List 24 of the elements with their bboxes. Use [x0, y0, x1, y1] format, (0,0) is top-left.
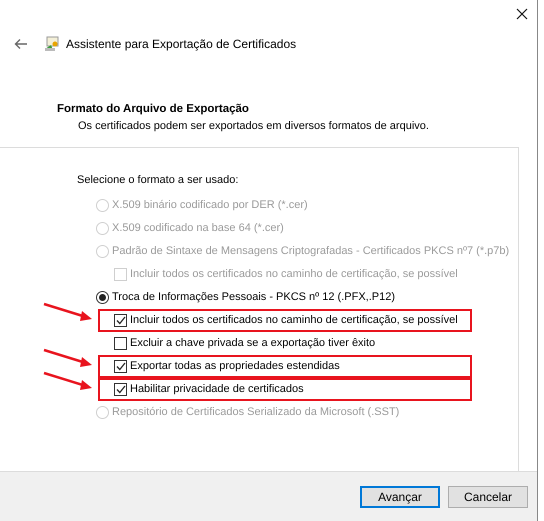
checkbox-label: Incluir todos os certificados no caminho de certificação, se possível: [130, 267, 458, 282]
window-title: Assistente para Exportação de Certificados: [66, 36, 296, 53]
page-heading: Formato do Arquivo de Exportação: [57, 102, 250, 117]
format-prompt: Selecione o formato a ser usado:: [77, 173, 240, 188]
checkbox[interactable]: [114, 337, 127, 350]
certificate-icon: [44, 36, 60, 52]
checkbox-label: Incluir todos os certificados no caminho de certificação, se possível: [130, 313, 458, 328]
radio-label: Troca de Informações Pessoais - PKCS nº 12 (.PFX,.P12): [112, 290, 396, 306]
radio-label: X.509 binário codificado por DER (*.cer): [112, 198, 308, 214]
dialog-button[interactable]: Cancelar: [448, 486, 528, 508]
close-icon: [516, 8, 528, 20]
checkbox[interactable]: [114, 314, 127, 327]
page-description: Os certificados podem ser exportados em diversos formatos de arquivo.: [77, 119, 430, 134]
checkbox[interactable]: [114, 360, 127, 373]
back-arrow-icon: [14, 38, 28, 50]
radio-label: X.509 codificado na base 64 (*.cer): [112, 221, 284, 236]
dialog-button[interactable]: Avançar: [360, 486, 440, 508]
checkbox-label: Exportar todas as propriedades estendidas: [130, 359, 340, 374]
radio-label: Repositório de Certificados Serializado da Microsoft (.SST): [112, 405, 400, 420]
checkbox[interactable]: [114, 383, 127, 396]
checkbox-label: Habilitar privacidade de certificados: [130, 382, 304, 398]
radio-button[interactable]: [96, 291, 109, 304]
checkbox-label: Excluir a chave privada se a exportação tiver êxito: [130, 336, 376, 352]
radio-label: Padrão de Sintaxe de Mensagens Criptografadas - Certificados PKCS nº7 (*.p7b): [112, 244, 510, 260]
